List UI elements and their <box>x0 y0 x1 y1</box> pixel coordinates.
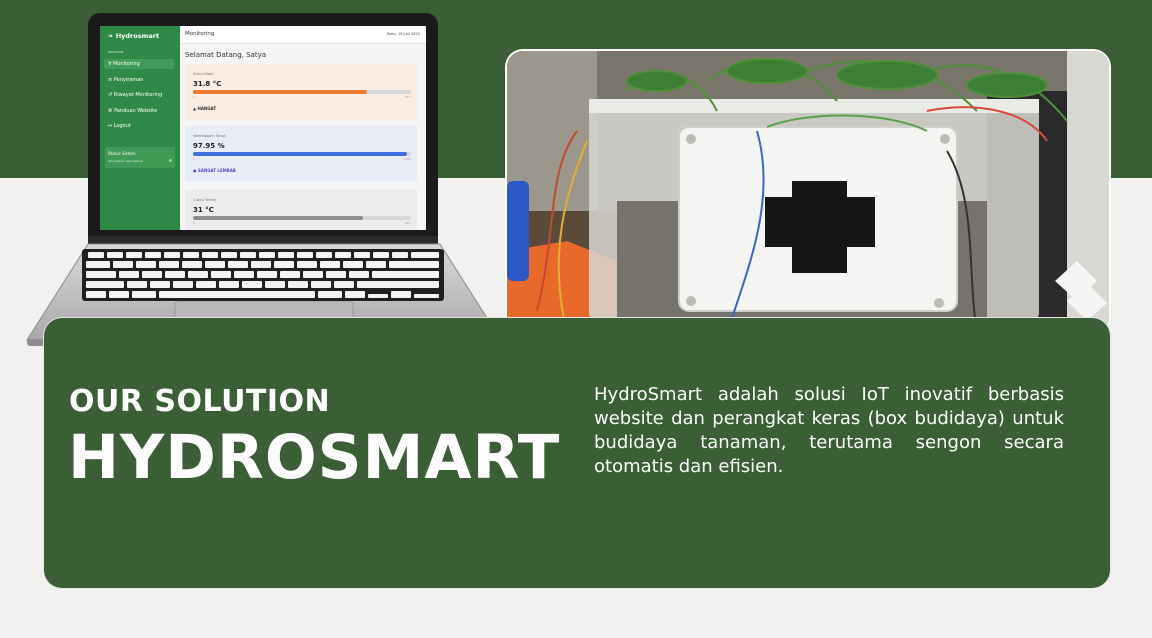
sidebar-item-logout[interactable]: ↦ Logout <box>104 121 174 131</box>
metric-card-soil-moisture: Kelembapan Tanah 97.95 % 0 100% ● SANGAT… <box>185 126 417 182</box>
metric-max: 40°C <box>404 96 411 99</box>
sidebar-item-riwayat[interactable]: ↺ Riwayat Monitoring <box>104 90 174 100</box>
laptop-screen: ❧ Hydrosmart SOLUTION ∀ Monitoring ≡ Pen… <box>100 26 426 230</box>
metric-value: 31.8 °C <box>193 80 222 88</box>
status-title: Status Sistem <box>108 151 136 156</box>
metric-bar-fill <box>193 152 407 156</box>
metric-label: Suhu Udara <box>193 72 214 76</box>
metric-min: 0 <box>193 158 195 161</box>
product-description: HydroSmart adalah solusi IoT inovatif be… <box>594 384 1064 477</box>
metric-min: 0 <box>193 222 195 225</box>
metric-card-air-temperature: Suhu Udara 31.8 °C 0 40°C ▲ HANGAT <box>185 64 417 120</box>
dashboard-logo: ❧ Hydrosmart <box>108 32 160 40</box>
system-status-box: Status Sistem all systems operational <box>105 147 175 168</box>
dashboard-main: Monitoring Rabu, 18 Juni 2025 Selamat Da… <box>180 26 426 230</box>
laptop-keyboard <box>82 249 444 301</box>
metric-status: ▲ HANGAT <box>193 106 217 111</box>
grow-box-illustration <box>507 51 1109 333</box>
section-kicker: OUR SOLUTION <box>69 384 331 419</box>
metric-max: 100% <box>403 158 411 161</box>
metric-bar <box>193 216 411 220</box>
metric-min: 0 <box>193 96 195 99</box>
metric-status: ● SANGAT LEMBAB <box>193 168 236 173</box>
sidebar-section-label: SOLUTION <box>108 50 124 54</box>
metric-bar-fill <box>193 216 364 220</box>
metric-bar <box>193 90 411 94</box>
sidebar-item-panduan[interactable]: ⚙ Panduan Website <box>104 106 174 116</box>
status-text: all systems operational <box>108 159 143 163</box>
metric-bar <box>193 152 411 156</box>
dashboard-header: Monitoring Rabu, 18 Juni 2025 <box>180 26 426 44</box>
keyboard-keys <box>86 252 439 298</box>
welcome-text: Selamat Datang, Satya <box>185 51 267 59</box>
metric-label: Cuaca Terkini <box>193 198 217 202</box>
status-dot <box>169 159 172 162</box>
page-title: Monitoring <box>185 31 215 37</box>
hardware-photo <box>507 51 1109 333</box>
metric-value: 31 °C <box>193 206 214 214</box>
metric-bar-fill <box>193 90 368 94</box>
metric-value: 97.95 % <box>193 142 225 150</box>
date-label: Rabu, 18 Juni 2025 <box>386 32 420 36</box>
sidebar-item-monitoring[interactable]: ∀ Monitoring <box>104 59 174 69</box>
metric-max: 40°C <box>404 222 411 225</box>
metric-label: Kelembapan Tanah <box>193 134 227 138</box>
metric-card-weather: Cuaca Terkini 31 °C 0 40°C <box>185 190 417 230</box>
sidebar-item-penyiraman[interactable]: ≡ Penyiraman <box>104 75 174 85</box>
product-name: HYDROSMART <box>68 422 561 493</box>
